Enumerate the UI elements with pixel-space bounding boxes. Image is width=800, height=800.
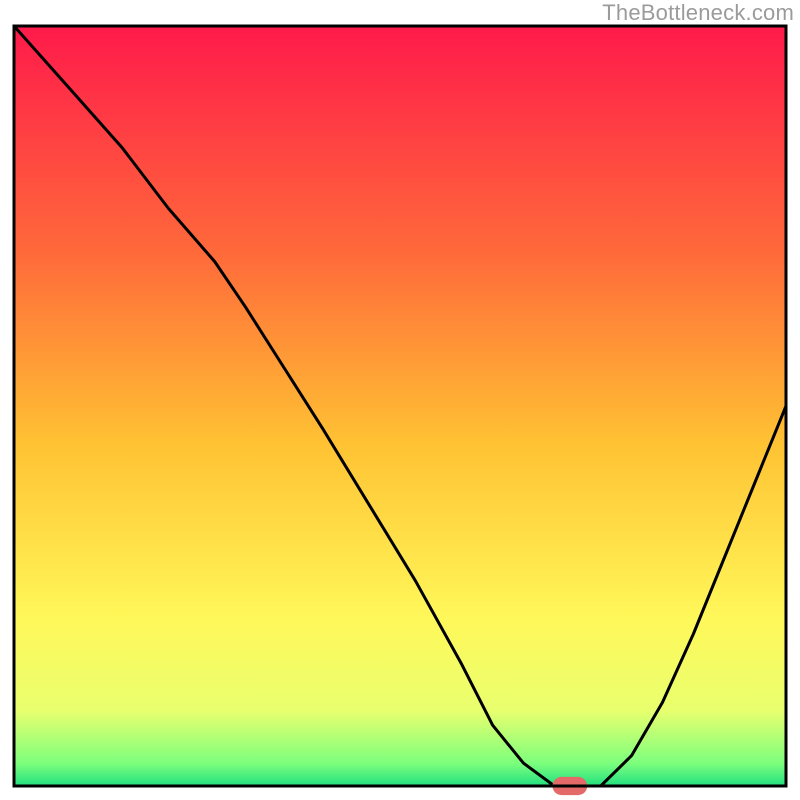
background-gradient [14,26,786,786]
chart-svg [0,0,800,800]
watermark-text: TheBottleneck.com [602,0,794,26]
plot-area [14,26,786,795]
chart-container: TheBottleneck.com [0,0,800,800]
